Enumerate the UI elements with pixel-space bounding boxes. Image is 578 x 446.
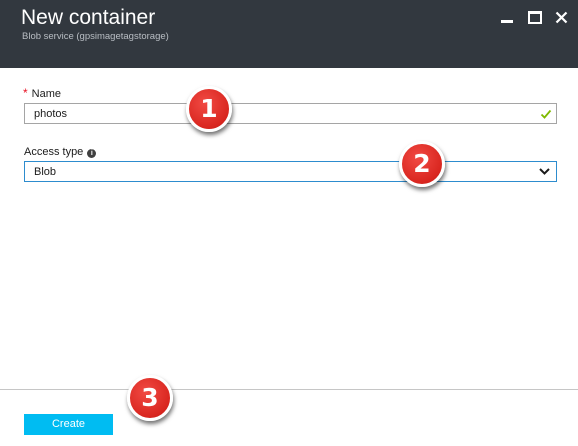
maximize-button[interactable] — [527, 9, 543, 25]
blade-title: New container — [21, 6, 156, 29]
access-type-select[interactable]: Blob — [24, 161, 557, 182]
name-input[interactable]: photos — [24, 103, 557, 124]
name-label-row: * Name — [23, 86, 61, 101]
step-callout-2: 2 — [399, 141, 445, 187]
access-type-label: Access type — [24, 146, 84, 158]
footer-divider — [0, 389, 578, 390]
blade-header: New container Blob service (gpsimagetags… — [0, 0, 578, 68]
step-callout-1: 1 — [186, 86, 232, 132]
access-type-label-row: Access type i — [24, 145, 97, 159]
step-callout-3: 3 — [127, 375, 173, 421]
maximize-icon — [528, 10, 542, 24]
blade-subtitle: Blob service (gpsimagetagstorage) — [22, 31, 169, 42]
checkmark-icon — [540, 109, 552, 119]
name-label: Name — [31, 88, 62, 100]
close-button[interactable] — [553, 9, 569, 25]
name-input-value: photos — [34, 108, 68, 120]
minimize-icon — [501, 12, 513, 23]
close-icon — [555, 11, 567, 23]
create-button[interactable]: Create — [24, 414, 113, 435]
chevron-down-icon — [539, 168, 550, 175]
required-marker: * — [23, 86, 28, 100]
info-icon[interactable]: i — [87, 149, 97, 158]
access-type-value: Blob — [34, 166, 57, 178]
minimize-button[interactable] — [499, 9, 515, 25]
